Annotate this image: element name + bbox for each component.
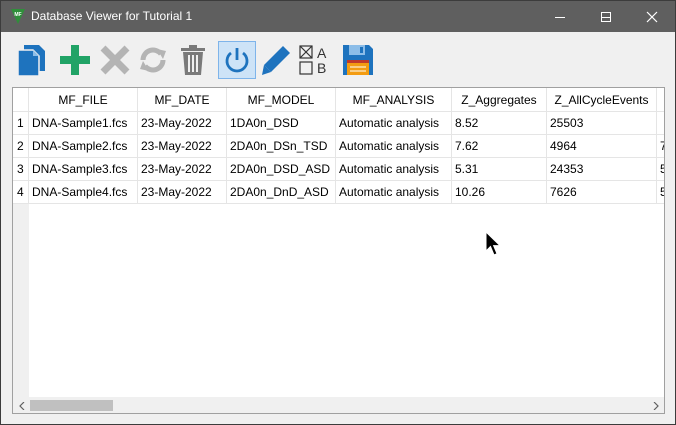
table-cell[interactable]: 24353 bbox=[547, 158, 657, 181]
table-cell[interactable]: 5.31 bbox=[452, 158, 547, 181]
power-icon bbox=[225, 48, 249, 73]
column-header-overflow[interactable] bbox=[657, 88, 664, 112]
refresh-icon bbox=[140, 47, 166, 73]
database-viewer-window: MF Database Viewer for Tutorial 1 A B MF… bbox=[0, 0, 676, 425]
copy-button[interactable] bbox=[12, 41, 50, 79]
toolbar: A B bbox=[1, 32, 675, 86]
maximize-button-hit[interactable] bbox=[583, 1, 629, 32]
trash-button[interactable] bbox=[174, 41, 212, 79]
power-button[interactable] bbox=[218, 41, 256, 79]
column-header-z-allcycleevents[interactable]: Z_AllCycleEvents bbox=[547, 88, 657, 112]
table-cell[interactable]: 1DA0n_DSD bbox=[227, 112, 336, 135]
scroll-thumb[interactable] bbox=[30, 400, 113, 411]
chevron-right-icon bbox=[653, 401, 659, 410]
table-cell[interactable]: 7626 bbox=[547, 181, 657, 204]
plus-icon bbox=[60, 45, 90, 75]
table-cell[interactable]: 23-May-2022 bbox=[138, 158, 227, 181]
row-number[interactable]: 2 bbox=[13, 135, 29, 158]
table-cell[interactable]: 7 bbox=[657, 135, 664, 158]
data-grid[interactable]: MF_FILE MF_DATE MF_MODEL MF_ANALYSIS Z_A… bbox=[12, 87, 665, 414]
table-cell[interactable]: 7.62 bbox=[452, 135, 547, 158]
table-cell[interactable]: Automatic analysis bbox=[336, 158, 452, 181]
table-cell[interactable]: DNA-Sample3.fcs bbox=[29, 158, 138, 181]
mf-logo-icon: MF bbox=[11, 9, 25, 24]
table-cell[interactable]: 23-May-2022 bbox=[138, 181, 227, 204]
window-title: Database Viewer for Tutorial 1 bbox=[31, 9, 193, 23]
column-header-mf-file[interactable]: MF_FILE bbox=[29, 88, 138, 112]
row-number[interactable]: 4 bbox=[13, 181, 29, 204]
floppy-disk-icon bbox=[343, 45, 373, 75]
copy-documents-icon bbox=[17, 45, 45, 77]
refresh-button[interactable] bbox=[134, 41, 172, 79]
table-cell[interactable]: DNA-Sample4.fcs bbox=[29, 181, 138, 204]
column-header-z-aggregates[interactable]: Z_Aggregates bbox=[452, 88, 547, 112]
table-cell[interactable]: DNA-Sample2.fcs bbox=[29, 135, 138, 158]
table-cell[interactable]: 5 bbox=[657, 181, 664, 204]
table-cell[interactable]: 2DA0n_DnD_ASD bbox=[227, 181, 336, 204]
delete-button[interactable] bbox=[96, 41, 134, 79]
table-cell[interactable]: 25503 bbox=[547, 112, 657, 135]
table-cell[interactable]: DNA-Sample1.fcs bbox=[29, 112, 138, 135]
corner-header bbox=[13, 88, 29, 112]
chevron-left-icon bbox=[18, 401, 24, 410]
table-cell[interactable]: 8.52 bbox=[452, 112, 547, 135]
scroll-left-button[interactable] bbox=[13, 397, 30, 413]
table-cell[interactable]: 4964 bbox=[547, 135, 657, 158]
save-button[interactable] bbox=[339, 41, 377, 79]
x-icon bbox=[100, 45, 130, 75]
table-cell[interactable]: 2DA0n_DSn_TSD bbox=[227, 135, 336, 158]
horizontal-scrollbar[interactable] bbox=[13, 397, 664, 413]
table-cell[interactable]: 5 bbox=[657, 158, 664, 181]
row-number[interactable]: 1 bbox=[13, 112, 29, 135]
table-cell[interactable]: Automatic analysis bbox=[336, 181, 452, 204]
minimize-button-hit[interactable] bbox=[537, 1, 583, 32]
checkbox-label-b: B bbox=[317, 60, 327, 76]
close-icon bbox=[646, 11, 658, 22]
mouse-cursor-icon bbox=[485, 231, 502, 256]
trash-icon bbox=[181, 45, 205, 75]
checkbox-label-a: A bbox=[317, 45, 327, 61]
table-cell[interactable]: 10.26 bbox=[452, 181, 547, 204]
column-header-mf-model[interactable]: MF_MODEL bbox=[227, 88, 336, 112]
column-header-mf-date[interactable]: MF_DATE bbox=[138, 88, 227, 112]
close-button[interactable] bbox=[629, 1, 675, 32]
row-number[interactable]: 3 bbox=[13, 158, 29, 181]
pencil-icon bbox=[262, 46, 290, 75]
scroll-right-button[interactable] bbox=[647, 397, 664, 413]
edit-button[interactable] bbox=[257, 41, 295, 79]
table-cell[interactable]: 23-May-2022 bbox=[138, 135, 227, 158]
table-cell[interactable]: 2DA0n_DSD_ASD bbox=[227, 158, 336, 181]
table-cell[interactable] bbox=[657, 112, 664, 135]
table-cell[interactable]: Automatic analysis bbox=[336, 112, 452, 135]
checkbox-ab-button[interactable]: A B bbox=[295, 41, 333, 79]
minimize-icon bbox=[555, 16, 565, 18]
maximize-icon bbox=[601, 11, 611, 22]
svg-text:MF: MF bbox=[14, 12, 21, 18]
add-button[interactable] bbox=[56, 41, 94, 79]
table-cell[interactable]: Automatic analysis bbox=[336, 135, 452, 158]
column-header-mf-analysis[interactable]: MF_ANALYSIS bbox=[336, 88, 452, 112]
table-cell[interactable]: 23-May-2022 bbox=[138, 112, 227, 135]
